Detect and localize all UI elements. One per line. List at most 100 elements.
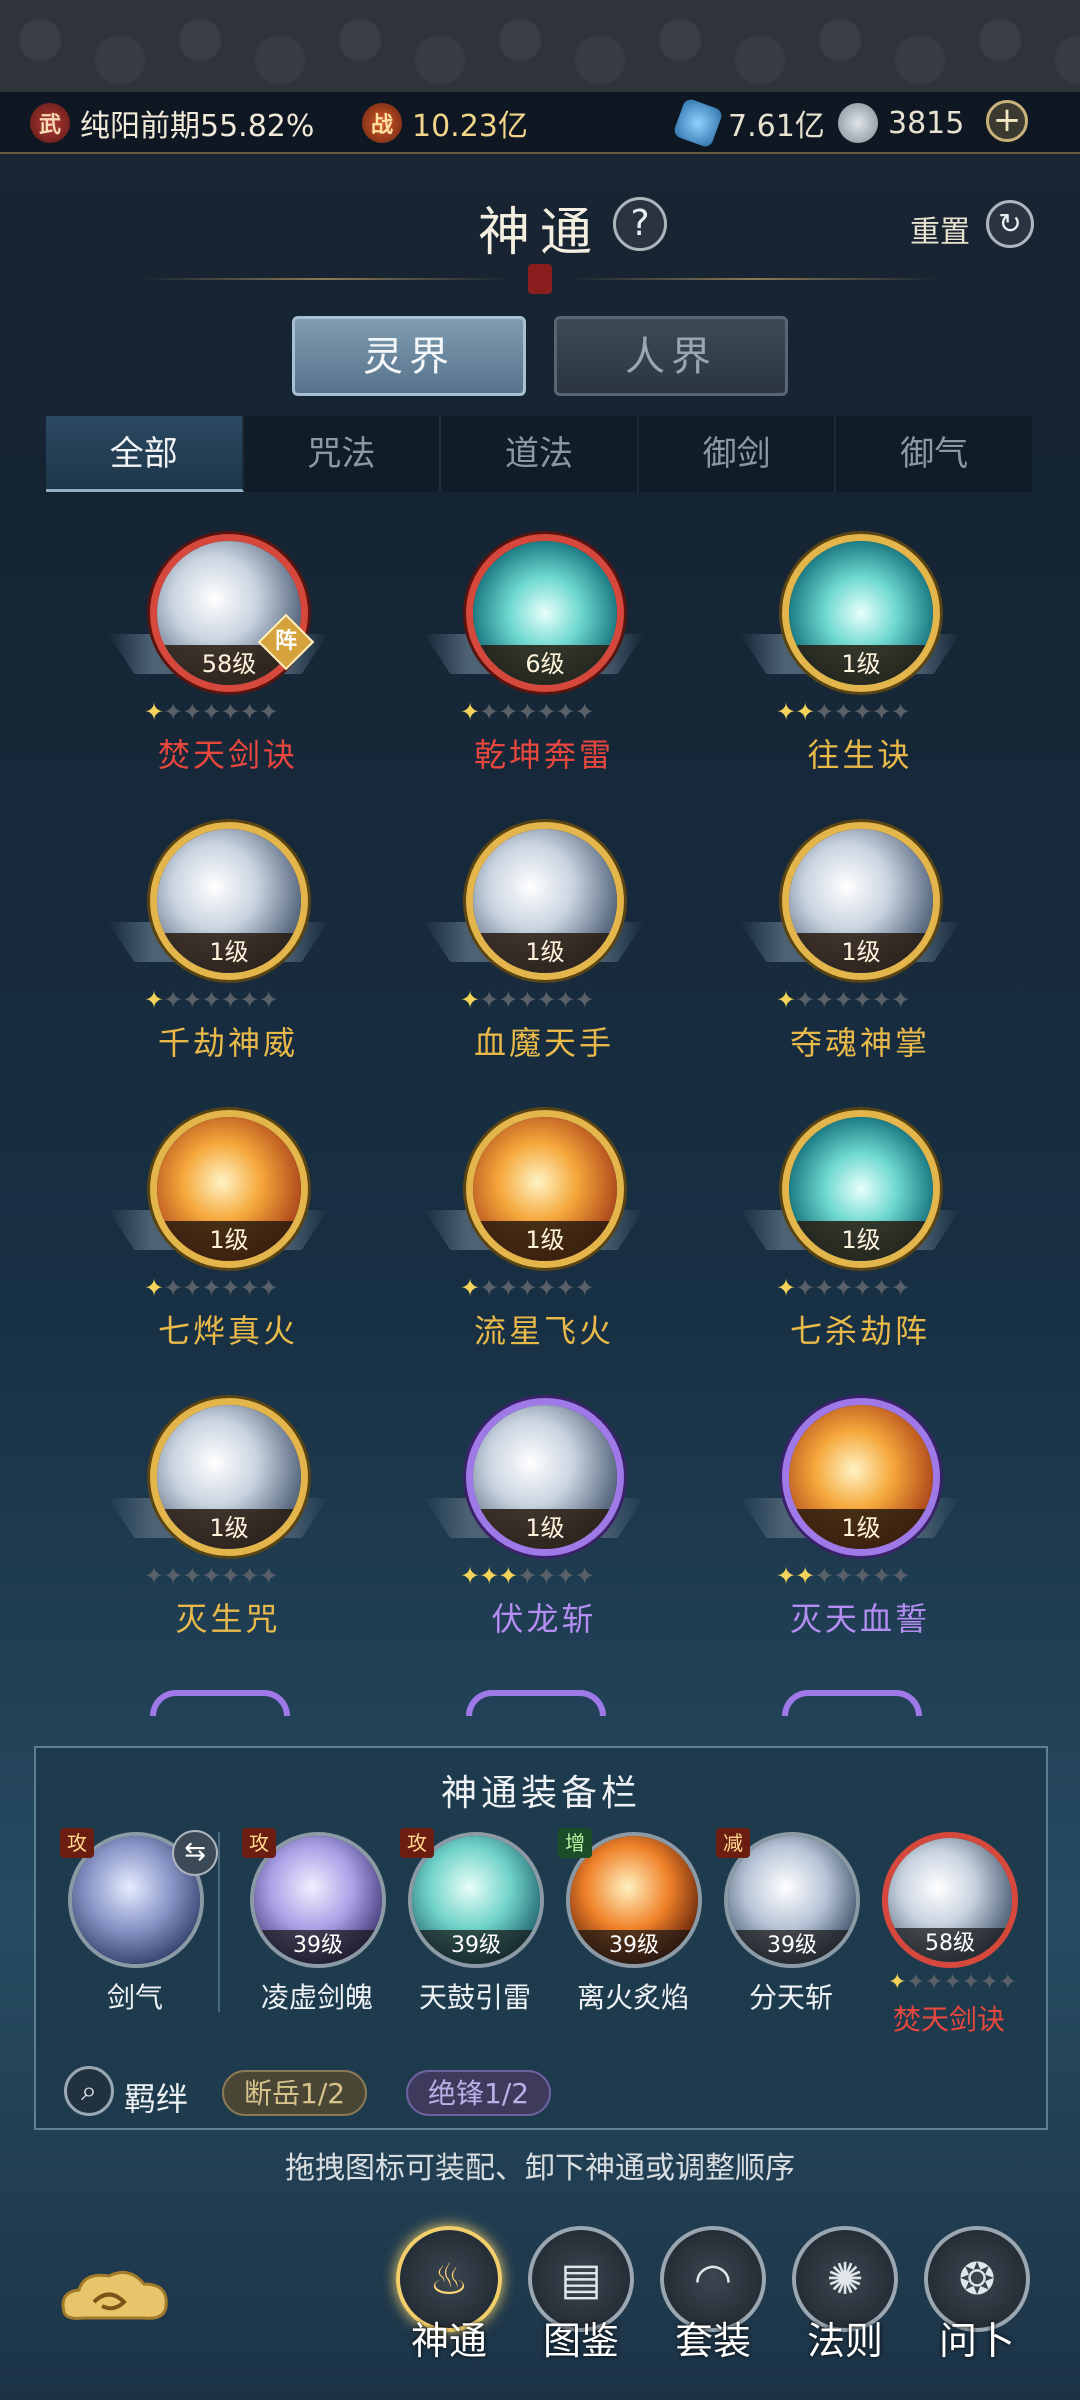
equip-slot[interactable]: 39级 攻 凌虚剑魄 [242, 1828, 392, 2032]
nav-button[interactable]: ✺ 法则 [792, 2226, 898, 2376]
tab-human-realm[interactable]: 人界 [554, 316, 788, 396]
skill-card[interactable]: 1级 ✦✦✦✦✦✦✦ 七杀劫阵 [730, 1110, 970, 1350]
skill-name: 伏龙斩 [491, 1600, 597, 1638]
nav-label: 问卜 [938, 2319, 1015, 2363]
nav-button[interactable]: ❂ 问卜 [924, 2226, 1030, 2376]
skill-card[interactable]: 1级 ✦✦✦✦✦✦✦ 血魔天手 [414, 822, 654, 1062]
skill-stars: ✦✦✦✦✦✦✦ [460, 1274, 595, 1302]
partial-skill-orb [782, 1690, 922, 1716]
skill-icon[interactable]: 1级 [466, 1110, 624, 1268]
combat-power-text: 10.23亿 [412, 109, 528, 144]
skill-icon[interactable]: 1级 [466, 1398, 624, 1556]
tab-spirit-realm[interactable]: 灵界 [292, 316, 526, 396]
skill-stars: ✦✦✦✦✦✦✦ [460, 986, 595, 1014]
cloud-menu-icon[interactable] [54, 2262, 174, 2332]
skill-icon[interactable]: 1级 [782, 822, 940, 980]
equip-level: 39级 [728, 1930, 856, 1964]
skill-card[interactable]: 1级 ✦✦✦✦✦✦✦ 灭天血誓 [730, 1398, 970, 1638]
tab-all[interactable]: 全部 [46, 416, 244, 492]
equip-skill-icon[interactable]: 58级 [882, 1832, 1018, 1968]
skill-stars: ✦✦✦✦✦✦✦ [144, 698, 279, 726]
skill-card[interactable]: 1级 ✦✦✦✦✦✦✦ 千劫神威 [98, 822, 338, 1062]
fetter-row: ⌕ 羁绊 断岳1/2 绝锋1/2 [34, 2060, 1048, 2130]
currency-resource[interactable]: 3815 [838, 100, 964, 146]
skill-name: 七烨真火 [157, 1312, 298, 1350]
skill-type-tag: 减 [716, 1828, 750, 1858]
tab-curse[interactable]: 咒法 [244, 416, 442, 492]
realm-stage-resource[interactable]: 武 纯阳前期55.82% [30, 100, 314, 146]
skill-type-tag: 攻 [60, 1828, 94, 1858]
skill-card[interactable]: 58级 阵 ✦✦✦✦✦✦✦ 焚天剑诀 [98, 534, 338, 774]
equip-skill-name: 凌虚剑魄 [260, 1981, 373, 2014]
equip-slot[interactable]: 39级 减 分天斩 [716, 1828, 866, 2032]
swirl-currency-icon [838, 103, 878, 143]
tab-sword[interactable]: 御剑 [639, 416, 837, 492]
skill-level: 1级 [473, 1509, 617, 1549]
skill-name: 流星飞火 [473, 1312, 614, 1350]
skill-stars: ✦✦✦✦✦✦✦ [460, 698, 595, 726]
equip-slot[interactable]: 攻 ⇆ 剑气 [60, 1828, 218, 2032]
skill-card[interactable]: 1级 ✦✦✦✦✦✦✦ 流星飞火 [414, 1110, 654, 1350]
spirit-stone-text: 7.61亿 [728, 109, 825, 144]
skill-name: 灭天血誓 [789, 1600, 930, 1638]
skill-level: 6级 [473, 645, 617, 685]
equip-slot[interactable]: 39级 攻 天鼓引雷 [400, 1828, 550, 2032]
realm-icon: 武 [30, 103, 70, 143]
skill-icon[interactable]: 1级 [782, 1398, 940, 1556]
combat-power-resource[interactable]: 战 10.23亿 [362, 100, 528, 146]
swap-icon[interactable]: ⇆ [172, 1830, 218, 1876]
nav-label: 图鉴 [542, 2319, 619, 2363]
nav-label: 套装 [674, 2319, 751, 2363]
skill-stars: ✦✦✦✦✦✦✦ [144, 1562, 279, 1590]
nav-button[interactable]: ▤ 图鉴 [528, 2226, 634, 2376]
fetter-chip-juefeng[interactable]: 绝锋1/2 [406, 2070, 552, 2116]
equip-stars: ✦✦✦✦✦✦✦ [888, 1970, 1018, 1995]
skill-stars: ✦✦✦✦✦✦✦ [776, 986, 911, 1014]
spirit-stone-resource[interactable]: 7.61亿 [672, 97, 825, 149]
equip-level: 39级 [412, 1930, 540, 1964]
nav-button[interactable]: ◠ 套装 [660, 2226, 766, 2376]
skill-icon[interactable]: 1级 [782, 1110, 940, 1268]
skill-card[interactable]: 1级 ✦✦✦✦✦✦✦ 夺魂神掌 [730, 822, 970, 1062]
skill-stars: ✦✦✦✦✦✦✦ [776, 698, 911, 726]
skill-name: 焚天剑诀 [157, 736, 298, 774]
skill-card[interactable]: 1级 ✦✦✦✦✦✦✦ 七烨真火 [98, 1110, 338, 1350]
skill-icon[interactable]: 1级 [150, 1398, 308, 1556]
skill-name: 血魔天手 [473, 1024, 614, 1062]
reset-label[interactable]: 重置 [910, 207, 970, 251]
nav-label: 神通 [410, 2319, 487, 2363]
skill-stars: ✦✦✦✦✦✦✦ [144, 1274, 279, 1302]
tab-qi[interactable]: 御气 [836, 416, 1032, 492]
help-icon[interactable]: ? [613, 197, 667, 251]
equip-slot[interactable]: 58级 ✦✦✦✦✦✦✦ 焚天剑诀 [874, 1832, 1024, 2036]
skill-card[interactable]: 1级 ✦✦✦✦✦✦✦ 灭生咒 [98, 1398, 338, 1638]
skill-level: 1级 [473, 933, 617, 973]
magnifier-icon[interactable]: ⌕ [64, 2066, 114, 2116]
equip-slot[interactable]: 39级 增 离火炙焰 [558, 1828, 708, 2032]
skill-level: 1级 [789, 933, 933, 973]
equip-skill-name: 离火炙焰 [576, 1981, 689, 2014]
skill-card[interactable]: 1级 ✦✦✦✦✦✦✦ 伏龙斩 [414, 1398, 654, 1638]
reset-icon[interactable]: ↻ [986, 200, 1034, 248]
add-currency-button[interactable]: + [986, 100, 1028, 142]
skill-card[interactable]: 6级 ✦✦✦✦✦✦✦ 乾坤奔雷 [414, 534, 654, 774]
equip-skill-name: 分天斩 [748, 1981, 833, 2014]
skill-card[interactable]: 1级 ✦✦✦✦✦✦✦ 往生诀 [730, 534, 970, 774]
category-tabs: 全部 咒法 道法 御剑 御气 [46, 416, 1032, 492]
skill-icon[interactable]: 1级 [150, 822, 308, 980]
tab-dao[interactable]: 道法 [441, 416, 639, 492]
fetter-chip-duanyue[interactable]: 断岳1/2 [222, 2070, 368, 2116]
skill-level: 1级 [157, 1509, 301, 1549]
title-divider-right [570, 278, 940, 280]
skill-icon[interactable]: 1级 [466, 822, 624, 980]
realm-stage-text: 纯阳前期55.82% [80, 109, 315, 144]
skill-stars: ✦✦✦✦✦✦✦ [144, 986, 279, 1014]
equip-level: 39级 [254, 1930, 382, 1964]
skill-icon[interactable]: 1级 [782, 534, 940, 692]
resource-bar: 武 纯阳前期55.82% 战 10.23亿 7.61亿 3815 [0, 92, 1080, 154]
combat-icon: 战 [362, 103, 402, 143]
nav-button[interactable]: ♨ 神通 [396, 2226, 502, 2376]
skill-icon[interactable]: 1级 [150, 1110, 308, 1268]
skill-icon[interactable]: 6级 [466, 534, 624, 692]
skill-stars: ✦✦✦✦✦✦✦ [776, 1274, 911, 1302]
